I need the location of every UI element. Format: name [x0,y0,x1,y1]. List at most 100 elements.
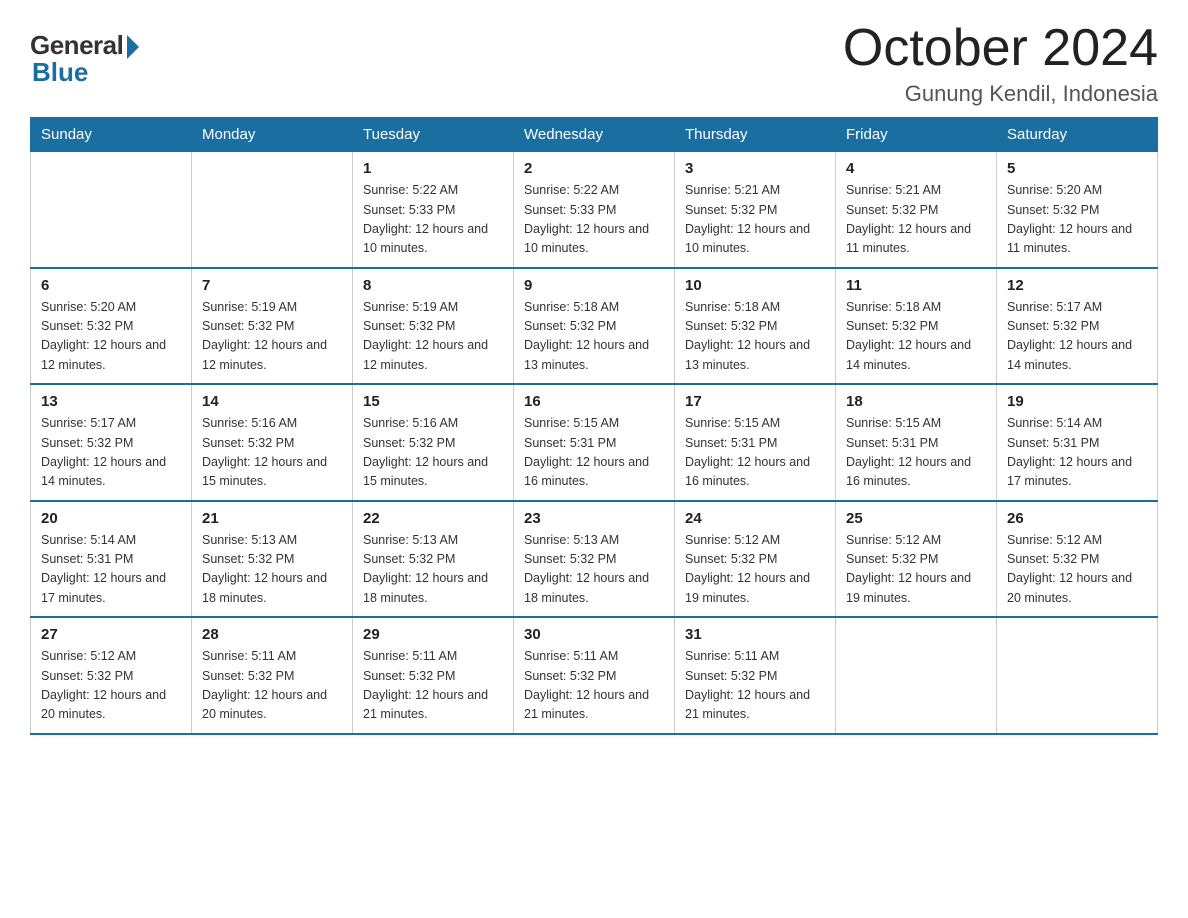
logo-blue-text: Blue [32,57,139,88]
sun-info: Sunrise: 5:12 AMSunset: 5:32 PMDaylight:… [1007,531,1147,609]
calendar-cell: 10 Sunrise: 5:18 AMSunset: 5:32 PMDaylig… [675,268,836,385]
header-cell-wednesday: Wednesday [514,118,675,152]
day-number: 29 [363,626,503,643]
sun-info: Sunrise: 5:12 AMSunset: 5:32 PMDaylight:… [846,531,986,609]
header-cell-thursday: Thursday [675,118,836,152]
calendar-cell: 2 Sunrise: 5:22 AMSunset: 5:33 PMDayligh… [514,152,675,268]
day-number: 19 [1007,393,1147,410]
calendar-cell: 31 Sunrise: 5:11 AMSunset: 5:32 PMDaylig… [675,617,836,734]
calendar-cell: 6 Sunrise: 5:20 AMSunset: 5:32 PMDayligh… [31,268,192,385]
calendar-cell: 24 Sunrise: 5:12 AMSunset: 5:32 PMDaylig… [675,501,836,618]
sun-info: Sunrise: 5:18 AMSunset: 5:32 PMDaylight:… [685,298,825,376]
sun-info: Sunrise: 5:22 AMSunset: 5:33 PMDaylight:… [363,181,503,259]
sun-info: Sunrise: 5:14 AMSunset: 5:31 PMDaylight:… [1007,414,1147,492]
calendar-cell [836,617,997,734]
calendar-cell: 14 Sunrise: 5:16 AMSunset: 5:32 PMDaylig… [192,384,353,501]
calendar-cell: 23 Sunrise: 5:13 AMSunset: 5:32 PMDaylig… [514,501,675,618]
sun-info: Sunrise: 5:14 AMSunset: 5:31 PMDaylight:… [41,531,181,609]
calendar-cell: 5 Sunrise: 5:20 AMSunset: 5:32 PMDayligh… [997,152,1158,268]
calendar-cell [192,152,353,268]
calendar-cell: 13 Sunrise: 5:17 AMSunset: 5:32 PMDaylig… [31,384,192,501]
title-section: October 2024 Gunung Kendil, Indonesia [843,20,1158,107]
calendar-cell: 16 Sunrise: 5:15 AMSunset: 5:31 PMDaylig… [514,384,675,501]
calendar-header: SundayMondayTuesdayWednesdayThursdayFrid… [31,118,1158,152]
calendar-cell: 25 Sunrise: 5:12 AMSunset: 5:32 PMDaylig… [836,501,997,618]
sun-info: Sunrise: 5:16 AMSunset: 5:32 PMDaylight:… [363,414,503,492]
sun-info: Sunrise: 5:22 AMSunset: 5:33 PMDaylight:… [524,181,664,259]
sun-info: Sunrise: 5:21 AMSunset: 5:32 PMDaylight:… [685,181,825,259]
logo: General Blue [30,30,139,88]
sun-info: Sunrise: 5:15 AMSunset: 5:31 PMDaylight:… [524,414,664,492]
calendar-cell: 9 Sunrise: 5:18 AMSunset: 5:32 PMDayligh… [514,268,675,385]
calendar-cell: 22 Sunrise: 5:13 AMSunset: 5:32 PMDaylig… [353,501,514,618]
day-number: 23 [524,510,664,527]
header-row: SundayMondayTuesdayWednesdayThursdayFrid… [31,118,1158,152]
month-title: October 2024 [843,20,1158,77]
day-number: 30 [524,626,664,643]
day-number: 10 [685,277,825,294]
header-cell-sunday: Sunday [31,118,192,152]
day-number: 25 [846,510,986,527]
sun-info: Sunrise: 5:12 AMSunset: 5:32 PMDaylight:… [41,647,181,725]
day-number: 14 [202,393,342,410]
sun-info: Sunrise: 5:11 AMSunset: 5:32 PMDaylight:… [685,647,825,725]
day-number: 31 [685,626,825,643]
calendar-cell: 18 Sunrise: 5:15 AMSunset: 5:31 PMDaylig… [836,384,997,501]
day-number: 21 [202,510,342,527]
header-cell-friday: Friday [836,118,997,152]
sun-info: Sunrise: 5:13 AMSunset: 5:32 PMDaylight:… [363,531,503,609]
day-number: 22 [363,510,503,527]
sun-info: Sunrise: 5:20 AMSunset: 5:32 PMDaylight:… [1007,181,1147,259]
calendar-cell: 1 Sunrise: 5:22 AMSunset: 5:33 PMDayligh… [353,152,514,268]
day-number: 4 [846,160,986,177]
sun-info: Sunrise: 5:19 AMSunset: 5:32 PMDaylight:… [202,298,342,376]
day-number: 28 [202,626,342,643]
week-row-5: 27 Sunrise: 5:12 AMSunset: 5:32 PMDaylig… [31,617,1158,734]
day-number: 13 [41,393,181,410]
sun-info: Sunrise: 5:15 AMSunset: 5:31 PMDaylight:… [846,414,986,492]
calendar-cell: 4 Sunrise: 5:21 AMSunset: 5:32 PMDayligh… [836,152,997,268]
calendar-cell: 8 Sunrise: 5:19 AMSunset: 5:32 PMDayligh… [353,268,514,385]
calendar-cell: 29 Sunrise: 5:11 AMSunset: 5:32 PMDaylig… [353,617,514,734]
sun-info: Sunrise: 5:21 AMSunset: 5:32 PMDaylight:… [846,181,986,259]
sun-info: Sunrise: 5:20 AMSunset: 5:32 PMDaylight:… [41,298,181,376]
day-number: 7 [202,277,342,294]
calendar-cell: 11 Sunrise: 5:18 AMSunset: 5:32 PMDaylig… [836,268,997,385]
day-number: 2 [524,160,664,177]
calendar-cell: 19 Sunrise: 5:14 AMSunset: 5:31 PMDaylig… [997,384,1158,501]
day-number: 17 [685,393,825,410]
week-row-4: 20 Sunrise: 5:14 AMSunset: 5:31 PMDaylig… [31,501,1158,618]
day-number: 8 [363,277,503,294]
calendar-cell: 21 Sunrise: 5:13 AMSunset: 5:32 PMDaylig… [192,501,353,618]
sun-info: Sunrise: 5:13 AMSunset: 5:32 PMDaylight:… [202,531,342,609]
calendar-cell: 27 Sunrise: 5:12 AMSunset: 5:32 PMDaylig… [31,617,192,734]
calendar-cell: 26 Sunrise: 5:12 AMSunset: 5:32 PMDaylig… [997,501,1158,618]
day-number: 6 [41,277,181,294]
sun-info: Sunrise: 5:11 AMSunset: 5:32 PMDaylight:… [363,647,503,725]
day-number: 1 [363,160,503,177]
sun-info: Sunrise: 5:13 AMSunset: 5:32 PMDaylight:… [524,531,664,609]
day-number: 11 [846,277,986,294]
week-row-1: 1 Sunrise: 5:22 AMSunset: 5:33 PMDayligh… [31,152,1158,268]
sun-info: Sunrise: 5:11 AMSunset: 5:32 PMDaylight:… [524,647,664,725]
header-cell-saturday: Saturday [997,118,1158,152]
sun-info: Sunrise: 5:18 AMSunset: 5:32 PMDaylight:… [524,298,664,376]
day-number: 15 [363,393,503,410]
sun-info: Sunrise: 5:15 AMSunset: 5:31 PMDaylight:… [685,414,825,492]
day-number: 9 [524,277,664,294]
day-number: 12 [1007,277,1147,294]
calendar-cell: 15 Sunrise: 5:16 AMSunset: 5:32 PMDaylig… [353,384,514,501]
sun-info: Sunrise: 5:19 AMSunset: 5:32 PMDaylight:… [363,298,503,376]
calendar-cell: 20 Sunrise: 5:14 AMSunset: 5:31 PMDaylig… [31,501,192,618]
calendar-cell: 30 Sunrise: 5:11 AMSunset: 5:32 PMDaylig… [514,617,675,734]
sun-info: Sunrise: 5:12 AMSunset: 5:32 PMDaylight:… [685,531,825,609]
day-number: 20 [41,510,181,527]
day-number: 24 [685,510,825,527]
location-subtitle: Gunung Kendil, Indonesia [843,81,1158,107]
calendar-cell: 28 Sunrise: 5:11 AMSunset: 5:32 PMDaylig… [192,617,353,734]
calendar-table: SundayMondayTuesdayWednesdayThursdayFrid… [30,117,1158,735]
sun-info: Sunrise: 5:17 AMSunset: 5:32 PMDaylight:… [1007,298,1147,376]
calendar-cell [997,617,1158,734]
calendar-cell: 7 Sunrise: 5:19 AMSunset: 5:32 PMDayligh… [192,268,353,385]
day-number: 16 [524,393,664,410]
